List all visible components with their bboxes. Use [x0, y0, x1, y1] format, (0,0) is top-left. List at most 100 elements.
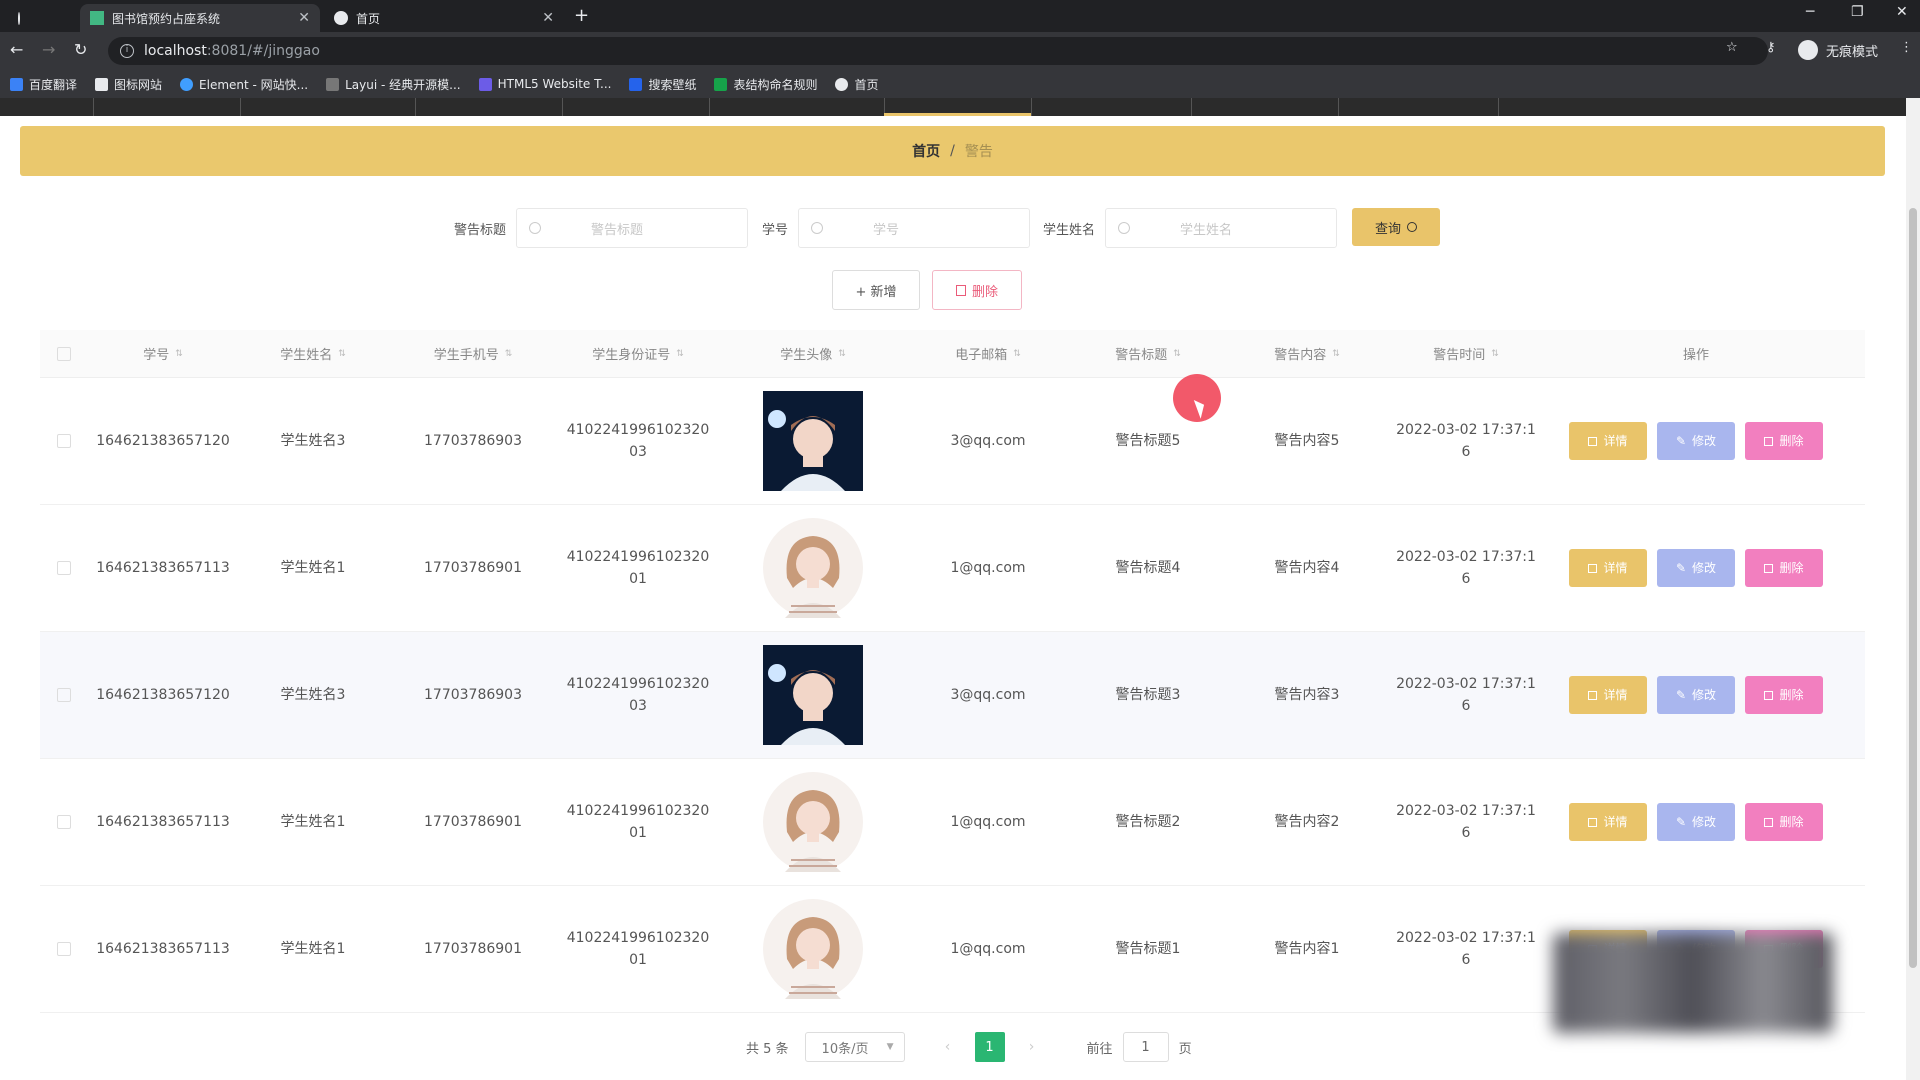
sort-icon: ⇅ [175, 348, 183, 359]
bookmark-item[interactable]: HTML5 Website T... [478, 77, 611, 91]
detail-button[interactable]: 详情 [1569, 422, 1647, 460]
search-title-group: 警告标题 警告标题 [454, 208, 749, 248]
wallpaper-icon [629, 77, 643, 91]
info-icon[interactable]: i [120, 44, 134, 58]
row-checkbox[interactable] [57, 815, 71, 829]
header-idcard[interactable]: 学生身份证号 ⇅ [558, 344, 718, 363]
sort-icon: ⇅ [338, 348, 346, 359]
cell-phone: 17703786901 [424, 941, 522, 957]
edit-button[interactable]: ✎修改 [1657, 422, 1735, 460]
more-icon[interactable]: ⋮ [1900, 40, 1913, 55]
cell-email: 1@qq.com [950, 941, 1026, 957]
tab-library-system[interactable]: 图书馆预约占座系统 ✕ [80, 4, 320, 32]
add-button[interactable]: + 新增 [832, 270, 920, 310]
close-icon[interactable]: ✕ [542, 10, 554, 26]
trash-icon [955, 284, 966, 296]
batch-delete-button[interactable]: 删除 [932, 270, 1022, 310]
url-path: :8081/#/jinggao [206, 43, 320, 59]
search-title-input[interactable]: 警告标题 [516, 208, 749, 248]
sort-icon: ⇅ [838, 348, 846, 359]
header-time[interactable]: 警告时间 ⇅ [1386, 344, 1546, 363]
bookmark-item[interactable]: 表结构命名规则 [714, 76, 817, 93]
reload-icon[interactable]: ↻ [74, 40, 87, 59]
detail-button[interactable]: 详情 [1569, 803, 1647, 841]
pencil-icon: ✎ [1675, 688, 1687, 702]
select-all-checkbox[interactable] [57, 346, 71, 361]
sort-icon: ⇅ [1332, 348, 1340, 359]
header-content[interactable]: 警告内容 ⇅ [1228, 344, 1386, 363]
female-avatar [763, 772, 863, 872]
cell-content: 警告内容3 [1274, 687, 1340, 703]
edit-button[interactable]: ✎修改 [1657, 803, 1735, 841]
globe-icon [835, 77, 849, 91]
back-icon[interactable]: ← [10, 40, 23, 59]
detail-button[interactable]: 详情 [1569, 549, 1647, 587]
header-email[interactable]: 电子邮箱 ⇅ [908, 344, 1068, 363]
address-bar: ← → ↻ i localhost:8081/#/jinggao ☆ ⚷ 无痕模… [0, 32, 1920, 70]
pinned-tab[interactable] [44, 4, 66, 32]
new-tab-icon[interactable]: + [574, 5, 589, 26]
row-checkbox[interactable] [57, 561, 71, 575]
page-number-current[interactable]: 1 [974, 1032, 1005, 1062]
header-id[interactable]: 学号 ⇅ [88, 344, 238, 363]
cell-idcard: 4102241996102320 01 [566, 930, 710, 968]
cell-email: 3@qq.com [950, 687, 1026, 703]
prev-page-icon[interactable]: ‹ [933, 1039, 963, 1055]
edit-button[interactable]: ✎修改 [1657, 676, 1735, 714]
restore-icon[interactable]: ❐ [1851, 4, 1864, 20]
browser-menu-icon[interactable] [8, 4, 38, 32]
globe-icon [334, 11, 348, 25]
query-button[interactable]: 查询 [1352, 208, 1440, 246]
bookmark-item[interactable]: 图标网站 [95, 76, 162, 93]
next-page-icon[interactable]: › [1017, 1039, 1047, 1055]
page-size-select[interactable]: 10条/页 ▼ [804, 1032, 905, 1062]
bookmark-item[interactable]: Element - 网站快... [180, 76, 308, 93]
page-scrollbar[interactable] [1906, 98, 1920, 1080]
search-id-input[interactable]: 学号 [798, 208, 1031, 248]
row-checkbox[interactable] [57, 942, 71, 956]
window-close-icon[interactable]: ✕ [1896, 4, 1908, 20]
goto-page-input[interactable]: 1 [1122, 1032, 1169, 1062]
delete-button[interactable]: 删除 [1745, 803, 1823, 841]
header-phone[interactable]: 学生手机号 ⇅ [388, 344, 558, 363]
scrollbar-thumb[interactable] [1909, 208, 1917, 968]
forward-icon[interactable]: → [42, 40, 55, 59]
edit-button[interactable]: ✎修改 [1657, 549, 1735, 587]
search-icon [1407, 222, 1417, 232]
star-icon[interactable]: ☆ [1726, 40, 1738, 55]
delete-button[interactable]: 删除 [1745, 549, 1823, 587]
row-checkbox[interactable] [57, 434, 71, 448]
cell-name: 学生姓名3 [280, 433, 346, 449]
row-checkbox[interactable] [57, 688, 71, 702]
bookmark-item[interactable]: Layui - 经典开源模... [326, 76, 461, 93]
browser-tab-bar: 图书馆预约占座系统 ✕ 首页 ✕ + ─ ❐ ✕ [0, 0, 1920, 32]
key-icon[interactable]: ⚷ [1766, 40, 1776, 55]
cell-idcard: 4102241996102320 03 [566, 422, 710, 460]
bookmark-item[interactable]: 首页 [835, 76, 879, 93]
close-icon[interactable]: ✕ [298, 10, 310, 26]
header-title[interactable]: 警告标题 ⇅ [1068, 344, 1228, 363]
mouse-cursor-highlight [1173, 374, 1221, 422]
cell-avatar [718, 899, 908, 999]
tab-home[interactable]: 首页 ✕ [324, 4, 564, 32]
delete-button[interactable]: 删除 [1745, 676, 1823, 714]
bookmark-item[interactable]: 搜索壁纸 [629, 76, 696, 93]
sort-icon: ⇅ [1491, 348, 1499, 359]
header-avatar[interactable]: 学生头像 ⇅ [718, 344, 908, 363]
delete-button[interactable]: 删除 [1745, 422, 1823, 460]
detail-button[interactable]: 详情 [1569, 676, 1647, 714]
female-avatar [763, 899, 863, 999]
breadcrumb: 首页 / 警告 [20, 126, 1885, 176]
search-id-group: 学号 学号 [762, 208, 1031, 248]
header-name[interactable]: 学生姓名 ⇅ [238, 344, 388, 363]
bookmark-item[interactable]: 百度翻译 [10, 76, 77, 93]
minimize-icon[interactable]: ─ [1806, 4, 1814, 20]
cell-content: 警告内容1 [1274, 941, 1340, 957]
breadcrumb-home[interactable]: 首页 [912, 141, 940, 161]
sort-icon: ⇅ [504, 348, 513, 359]
search-name-input[interactable]: 学生姓名 [1105, 208, 1338, 248]
incognito-indicator[interactable]: 无痕模式 [1798, 40, 1878, 60]
cell-title: 警告标题4 [1115, 560, 1181, 576]
cell-email: 3@qq.com [950, 433, 1026, 449]
url-field[interactable]: i localhost:8081/#/jinggao [108, 37, 1768, 65]
